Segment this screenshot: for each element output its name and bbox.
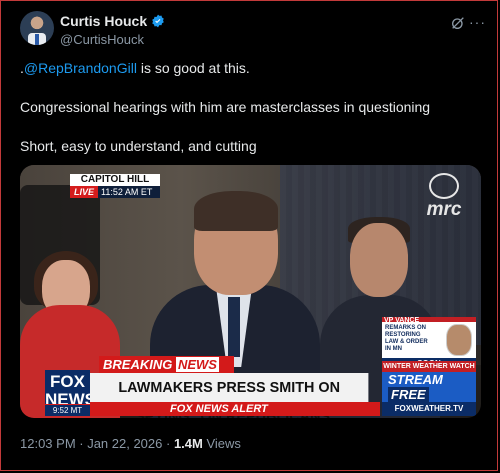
bulldog-logo-icon <box>429 173 459 199</box>
stream-word: STREAM <box>388 372 443 387</box>
weather-url: FOXWEATHER.TV <box>382 402 476 416</box>
live-label: LIVE <box>70 186 99 198</box>
avatar[interactable] <box>20 11 54 45</box>
tweet-line-1-rest: is so good at this. <box>136 60 250 76</box>
stream-free-promo: STREAM FREE <box>382 372 476 402</box>
location-bug: CAPITOL HILL LIVE 11:52 AM ET <box>70 174 160 198</box>
tweet-meta: 12:03 PM · Jan 22, 2026 · 1.4M Views <box>20 436 241 451</box>
news-alert-ticker: FOX NEWS ALERT <box>90 402 380 416</box>
tweet-line-1: .@RepBrandonGill is so good at this. <box>20 59 482 78</box>
breaking-news-label: BREAKING NEWS <box>99 356 234 373</box>
watermark-text: mrc <box>426 199 462 220</box>
tweet-card: Curtis Houck @CurtisHouck ··· .@RepBrand… <box>0 0 498 471</box>
mrc-watermark: mrc <box>415 173 473 223</box>
views-count: 1.4M <box>173 436 203 451</box>
grok-icon[interactable] <box>450 15 466 31</box>
tweet-header: Curtis Houck @CurtisHouck ··· <box>20 11 485 51</box>
fox-news-logo: FOX NEWS 9:52 MT <box>45 370 96 416</box>
aide-head <box>350 223 408 297</box>
live-bug: LIVE 11:52 AM ET <box>70 186 160 198</box>
author-name-row: Curtis Houck <box>60 13 165 29</box>
lower-third: BREAKING NEWS FOX NEWS 9:52 MT LAWMAKERS … <box>20 356 481 418</box>
witness-tie <box>228 297 240 357</box>
chyron-headline: LAWMAKERS PRESS SMITH ON "SPYING" ON REP… <box>90 373 369 418</box>
tweet-line-3: Short, easy to understand, and cutting <box>20 138 257 154</box>
live-time: 11:52 AM ET <box>98 186 160 198</box>
free-word: FREE <box>388 387 429 402</box>
verified-badge-icon <box>152 14 164 28</box>
tweet-text: .@RepBrandonGill is so good at this. Con… <box>20 59 482 156</box>
more-icon[interactable]: ··· <box>469 14 486 30</box>
fox-logo-line-1: FOX <box>50 372 85 391</box>
timestamp[interactable]: 12:03 PM · Jan 22, 2026 · <box>20 436 174 451</box>
author-handle[interactable]: @CurtisHouck <box>60 32 144 47</box>
tweet-line-2: Congressional hearings with him are mast… <box>20 99 431 115</box>
vp-photo <box>446 324 472 356</box>
vp-text: REMARKS ON RESTORING LAW & ORDER IN MN <box>385 325 428 352</box>
capitol-label: CAPITOL HILL <box>70 174 160 186</box>
avatar-tie <box>35 34 39 45</box>
fox-time: 9:52 MT <box>45 404 90 416</box>
witness-hair <box>194 191 278 231</box>
breaking-word: BREAKING <box>103 357 173 372</box>
weather-watch-label: WINTER WEATHER WATCH <box>382 361 476 372</box>
vp-title: VP VANCE <box>384 317 420 324</box>
author-name[interactable]: Curtis Houck <box>60 13 147 29</box>
views-label: Views <box>202 436 241 451</box>
news-word: NEWS <box>175 357 219 372</box>
video-thumbnail[interactable]: CAPITOL HILL LIVE 11:52 AM ET mrc VP VAN… <box>20 165 481 418</box>
mention-link[interactable]: @RepBrandonGill <box>24 60 137 76</box>
